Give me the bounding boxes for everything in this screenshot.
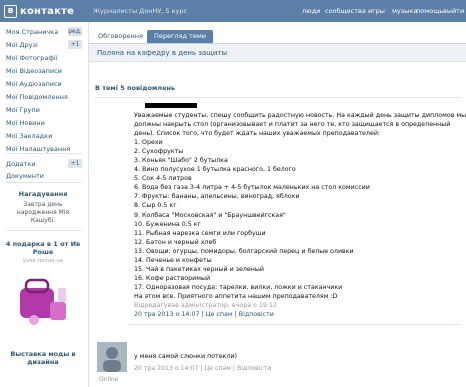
divider — [129, 324, 461, 325]
reminder-text[interactable]: Завтра день народження Мія Кашубі. — [4, 201, 82, 225]
post-line: 10. Буженина 0.5 кг — [134, 220, 201, 228]
post-line: 7. Фрукты: бананы, апельсины, виноград, … — [134, 193, 300, 201]
sidebar-item-videos[interactable]: Мої Відеозаписи — [6, 67, 62, 75]
divider — [95, 97, 461, 98]
nav-help[interactable]: помощь — [416, 7, 443, 15]
post-edit-note: Відредагував адміністратор, вчора о 19:1… — [134, 301, 278, 309]
top-bar: в контакте Журналисты ДонНУ, 5 курс люди… — [0, 0, 466, 22]
topic-header: Поляна на кафедру в день защиты — [89, 44, 466, 62]
tab-view-topic[interactable]: Перегляд теми — [147, 30, 213, 43]
sidebar-item-messages[interactable]: Мої Повідомлення — [6, 93, 68, 101]
post-line: На этом все. Приятного аппетита нашим пр… — [134, 292, 338, 300]
reminder-title: Нагадування — [18, 190, 68, 198]
sidebar-item-news[interactable]: Мої Новини — [6, 119, 45, 127]
sidebar-apps-badge[interactable]: +1 — [68, 159, 82, 168]
sidebar-divider — [6, 153, 82, 154]
sidebar-item-friends[interactable]: Мої Друзі — [6, 41, 38, 49]
sidebar-item-documents[interactable]: Документи — [6, 172, 44, 180]
sidebar-item-photos[interactable]: Мої Фотографії — [6, 54, 58, 62]
post-line: 13. Овощи: огурцы, помидоры, болгарский … — [134, 247, 354, 255]
tab-discussions[interactable]: Обговорення — [91, 30, 150, 43]
sidebar-edit-badge[interactable]: ред. — [68, 27, 82, 36]
post-body: Уважаемые студенты, спешу сообщить радос… — [134, 111, 466, 319]
topic-message-count: В темі 5 повідомлень — [95, 84, 176, 92]
post-line: Уважаемые студенты, спешу сообщить радос… — [134, 112, 466, 119]
post-line: 15. Чай в пакетиках черный и зеленый — [134, 265, 264, 273]
post-line: 6. Вода без газа 3-4 литра + 4-5 бутылок… — [134, 184, 370, 192]
nav-music[interactable]: музыка — [392, 7, 417, 15]
reply-meta[interactable]: 20 тра 2013 о 14:07 | Це спам | Відповіс… — [134, 365, 271, 372]
nav-people[interactable]: люди — [302, 7, 320, 15]
post-line: 4. Вино полусухое 1 бутылка красного, 1 … — [134, 166, 296, 174]
post-line: 14. Печенье и конфеты — [134, 256, 212, 264]
post-line: 11. Рыбная нарезка семги или горбуши — [134, 229, 266, 237]
tab-bar: Обговорення Перегляд теми — [89, 30, 466, 44]
post-line: 17. Одноразовая посуда: тарелки, вилки, … — [134, 283, 343, 291]
main-content: Обговорення Перегляд теми Поляна на кафе… — [88, 22, 466, 387]
sidebar-item-apps[interactable]: Додатки — [6, 160, 35, 168]
online-status: Online — [99, 376, 119, 383]
sidebar-divider — [6, 230, 82, 231]
left-sidebar: Моя Страничка ред. Мої Друзі +1 Мої Фото… — [0, 22, 86, 387]
logo-text: контакте — [20, 5, 75, 17]
post-line: 2. Сухофрукты — [134, 148, 184, 156]
nav-communities[interactable]: сообщества — [325, 7, 366, 15]
post-line: должны накрыть стол (организовывает и пл… — [134, 121, 451, 129]
sidebar-item-my-page[interactable]: Моя Страничка — [6, 28, 58, 36]
ad2-title[interactable]: Выставка моды в дизайна — [4, 350, 82, 366]
sidebar-item-audio[interactable]: Мої Аудіозаписи — [6, 80, 62, 88]
post-line: 3. Коньяк "Шабо" 2 бутылка — [134, 157, 228, 165]
post-author-redacted — [145, 103, 197, 108]
post-line: 16. Кофе растворимый — [134, 274, 211, 282]
sidebar-divider — [6, 182, 82, 183]
post-line: 9. Колбаса "Московская" и "Брауншвейгска… — [134, 211, 286, 219]
sidebar-item-groups[interactable]: Мої Групи — [6, 106, 40, 114]
sidebar-item-bookmarks[interactable]: Мої Закладки — [6, 132, 52, 140]
post-line: 12. Батон и черный хлеб — [134, 238, 217, 246]
post-meta[interactable]: 20 тра 2013 о 14:07 | Це спам | Відповіс… — [134, 310, 460, 319]
sidebar-friends-badge[interactable]: +1 — [68, 40, 82, 49]
ad-title[interactable]: 4 подарка в 1 от Ив Роше — [4, 240, 82, 256]
ad-url[interactable]: yves-rocher.ua — [4, 258, 82, 264]
reply-text: у меня самой слюнки потекли) — [134, 353, 237, 360]
topic-title: Поляна на кафедру в день защиты — [97, 49, 228, 57]
reply-avatar[interactable] — [97, 342, 127, 372]
nav-logout[interactable]: выйти — [443, 7, 464, 15]
logo[interactable]: в контакте — [4, 4, 74, 18]
post-line: день). Список того, что будет ждать наши… — [134, 130, 381, 138]
nav-games[interactable]: игры — [368, 7, 385, 15]
post-line: 5. Сок 4-5 литров — [134, 175, 192, 183]
logo-mark: в — [4, 4, 17, 18]
ad-image[interactable] — [10, 274, 78, 334]
group-breadcrumb[interactable]: Журналисты ДонНУ, 5 курс — [93, 7, 187, 15]
sidebar-item-settings[interactable]: Мої Налаштування — [6, 145, 70, 153]
post-line: 1. Орехи — [134, 139, 163, 147]
post-line: 8. Сыр 0.5 кг — [134, 202, 177, 210]
